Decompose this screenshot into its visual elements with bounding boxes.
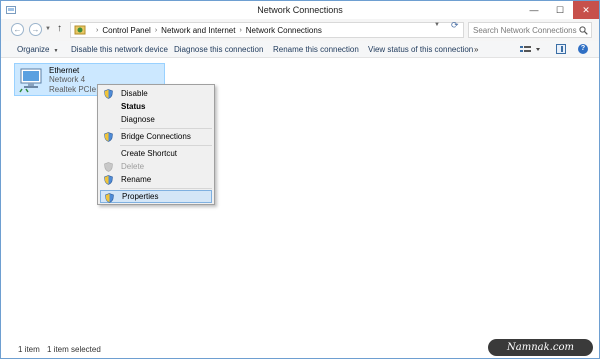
disable-device-button[interactable]: Disable this network device — [71, 45, 168, 54]
menu-item-label: Status — [121, 102, 146, 111]
search-icon[interactable] — [579, 26, 588, 35]
address-dropdown[interactable]: ▼ — [434, 22, 440, 28]
item-count: 1 item — [18, 345, 40, 354]
more-commands-button[interactable]: » — [474, 45, 478, 54]
menu-item-label: Disable — [121, 89, 148, 98]
control-panel-icon — [74, 25, 86, 35]
shield-icon — [105, 193, 114, 203]
menu-item-label: Diagnose — [121, 115, 155, 124]
forward-button[interactable]: → — [29, 23, 42, 36]
arrow-right-icon: → — [31, 25, 40, 34]
menu-separator — [120, 128, 212, 129]
menu-separator — [120, 188, 212, 189]
connection-name: Ethernet — [49, 66, 80, 75]
breadcrumb-control-panel[interactable]: Control Panel — [102, 26, 150, 35]
menu-item-label: Rename — [121, 175, 152, 184]
close-button[interactable]: ✕ — [573, 1, 599, 19]
menu-item-disable[interactable]: Disable — [100, 87, 212, 100]
minimize-button[interactable]: — — [521, 1, 547, 19]
chevron-down-icon: ▼ — [53, 48, 59, 54]
organize-label: Organize — [17, 45, 50, 54]
menu-item-create-shortcut[interactable]: Create Shortcut — [100, 147, 212, 160]
shield-icon — [104, 132, 113, 142]
menu-item-delete: Delete — [100, 160, 212, 173]
shield-icon — [104, 162, 113, 172]
maximize-button[interactable]: ☐ — [547, 1, 573, 19]
up-button[interactable]: ↑ — [57, 23, 62, 34]
breadcrumb-separator: › — [96, 26, 99, 34]
menu-item-label: Bridge Connections — [121, 132, 191, 141]
explorer-window: Network Connections — ☐ ✕ ← → ▼ ↑ › Cont… — [0, 0, 600, 359]
search-input[interactable]: Search Network Connections — [468, 22, 592, 38]
menu-item-status[interactable]: Status — [100, 100, 212, 113]
watermark-logo: Namnak.com — [488, 339, 593, 356]
breadcrumb-separator[interactable]: › — [155, 27, 157, 34]
connection-network: Network 4 — [49, 75, 86, 84]
menu-item-rename[interactable]: Rename — [100, 173, 212, 186]
title-bar: Network Connections — ☐ ✕ — [1, 1, 599, 19]
change-view-icon[interactable] — [520, 45, 542, 55]
rename-connection-button[interactable]: Rename this connection — [273, 45, 359, 54]
menu-separator — [120, 145, 212, 146]
search-placeholder: Search Network Connections — [473, 25, 577, 35]
shield-icon — [104, 89, 113, 99]
menu-item-bridge-connections[interactable]: Bridge Connections — [100, 130, 212, 143]
preview-pane-icon[interactable] — [556, 44, 566, 54]
refresh-icon[interactable]: ⟳ — [451, 20, 459, 31]
organize-button[interactable]: Organize ▼ — [17, 45, 58, 54]
breadcrumb-network-connections[interactable]: Network Connections — [246, 26, 322, 35]
address-row: ← → ▼ ↑ › Control Panel › Network and In… — [1, 19, 599, 41]
address-bar[interactable]: › Control Panel › Network and Internet ›… — [70, 22, 464, 38]
recent-locations-dropdown[interactable]: ▼ — [45, 26, 51, 32]
arrow-left-icon: ← — [13, 25, 22, 34]
shield-icon — [104, 175, 113, 185]
menu-item-label: Create Shortcut — [121, 149, 178, 158]
breadcrumb-separator[interactable]: › — [239, 27, 241, 34]
file-list-area: Ethernet Network 4 Realtek PCIe GBE — [1, 59, 599, 341]
breadcrumb-network-and-internet[interactable]: Network and Internet — [161, 26, 235, 35]
window-title: Network Connections — [257, 5, 343, 15]
menu-item-label: Delete — [121, 162, 145, 171]
network-adapter-icon — [19, 68, 42, 93]
menu-item-properties[interactable]: Properties — [100, 190, 212, 203]
view-status-button[interactable]: View status of this connection — [368, 45, 473, 54]
context-menu: Disable Status Diagnose Bridge Connectio… — [97, 84, 215, 205]
selected-count: 1 item selected — [47, 345, 101, 354]
menu-item-diagnose[interactable]: Diagnose — [100, 113, 212, 126]
back-button[interactable]: ← — [11, 23, 24, 36]
diagnose-connection-button[interactable]: Diagnose this connection — [174, 45, 263, 54]
menu-item-label: Properties — [122, 192, 159, 201]
help-icon[interactable]: ? — [578, 44, 588, 54]
command-bar: Organize ▼ Disable this network device Di… — [1, 41, 599, 58]
